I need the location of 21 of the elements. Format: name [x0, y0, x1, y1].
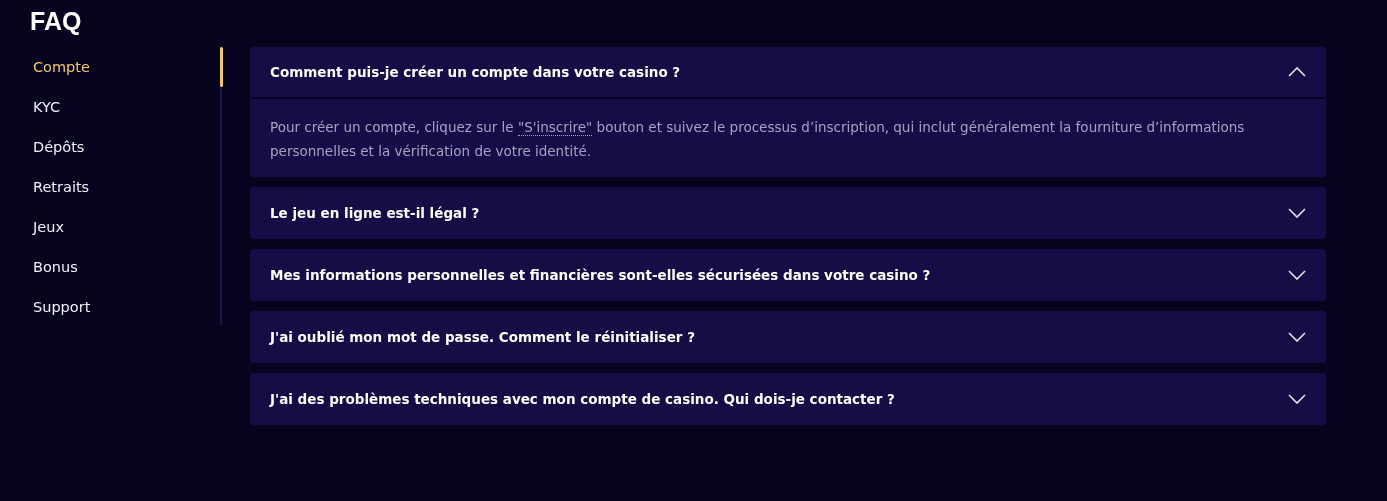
- sidebar-item[interactable]: Jeux: [30, 207, 220, 247]
- faq-answer: Pour créer un compte, cliquez sur le "S'inscrire" bouton et suivez le processus d’inscription, qui inclut généralement la fourniture d’informations personnelles et la vérification de votre identité.: [269, 118, 1246, 161]
- chevron-down-icon: [1288, 394, 1306, 404]
- chevron-down-icon: [1288, 332, 1306, 342]
- chevron-down-icon: [1288, 270, 1306, 280]
- sidebar-item[interactable]: KYC: [30, 87, 220, 127]
- sidebar-item[interactable]: Support: [30, 287, 220, 327]
- sidebar-item[interactable]: Bonus: [30, 247, 220, 287]
- chevron-down-icon: [1288, 208, 1306, 218]
- sidebar-item[interactable]: Compte: [30, 47, 220, 87]
- faq-question[interactable]: Comment puis-je créer un compte dans votre casino ?: [250, 47, 1326, 99]
- faq-question[interactable]: J'ai oublié mon mot de passe. Comment le réinitialiser ?: [250, 311, 1326, 363]
- sidebar-item[interactable]: Retraits: [30, 167, 220, 207]
- sidebar-item[interactable]: Dépôts: [30, 127, 220, 167]
- page-title: FAQ: [30, 6, 83, 37]
- faq-question[interactable]: J'ai des problèmes techniques avec mon compte de casino. Qui dois-je contacter ?: [250, 373, 1326, 425]
- faq-question[interactable]: Mes informations personnelles et financières sont-elles sécurisées dans votre casino ?: [250, 249, 1326, 301]
- chevron-up-icon: [1288, 67, 1306, 77]
- active-indicator: [220, 47, 223, 87]
- faq-question[interactable]: Le jeu en ligne est-il légal ?: [250, 187, 1326, 239]
- signup-link[interactable]: "S'inscrire": [517, 119, 593, 136]
